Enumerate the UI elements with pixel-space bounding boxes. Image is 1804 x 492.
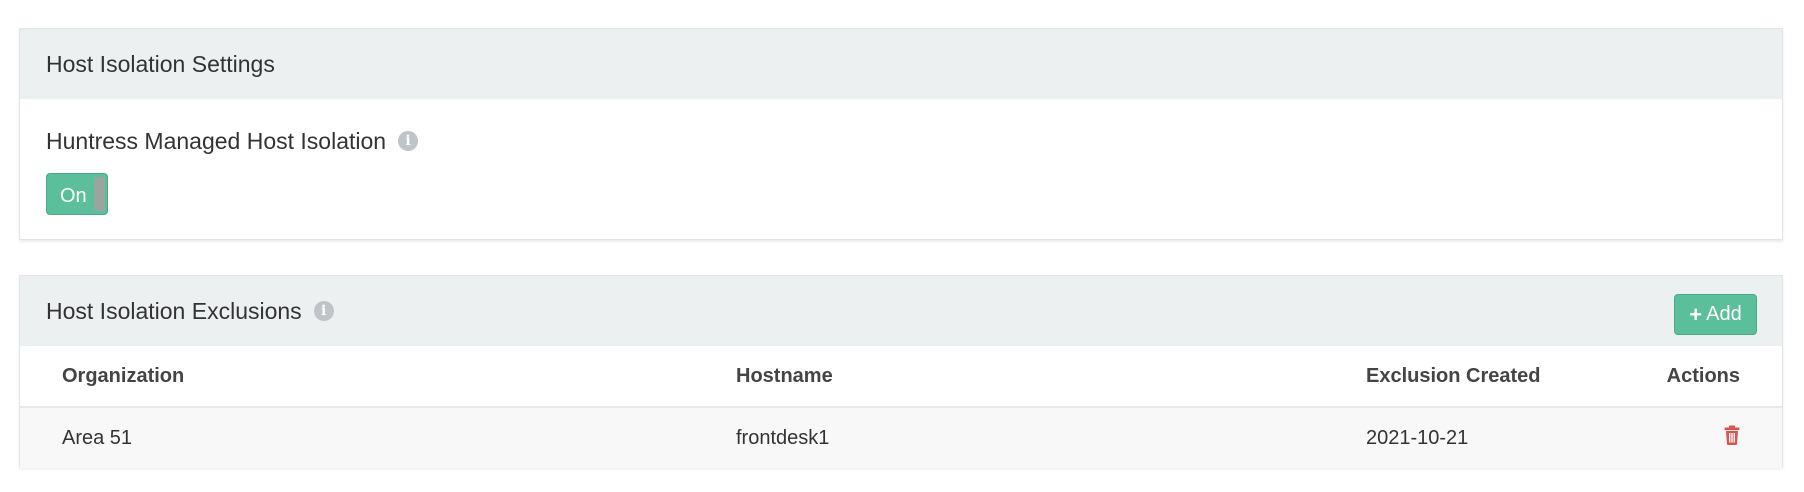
add-button-label: Add [1706, 303, 1742, 325]
cell-hostname: frontdesk1 [736, 407, 1366, 468]
host-isolation-settings-panel: Host Isolation Settings Huntress Managed… [19, 28, 1783, 240]
exclusions-panel-heading: Host Isolation Exclusions i + Add [20, 276, 1782, 346]
toggle-label: On [60, 185, 87, 207]
setting-row: Huntress Managed Host Isolation i [46, 127, 1756, 155]
exclusions-panel-title: Host Isolation Exclusions [46, 297, 302, 324]
settings-panel-body: Huntress Managed Host Isolation i On [20, 99, 1782, 215]
toggle-knob [94, 177, 105, 211]
exclusions-table: Organization Hostname Exclusion Created … [20, 346, 1782, 468]
settings-panel-heading: Host Isolation Settings [20, 29, 1782, 99]
column-header-hostname[interactable]: Hostname [736, 346, 1366, 408]
trash-icon[interactable] [1724, 425, 1740, 451]
host-isolation-exclusions-panel: Host Isolation Exclusions i + Add Organi… [19, 275, 1783, 468]
column-header-organization[interactable]: Organization [20, 346, 736, 408]
cell-actions [1626, 407, 1782, 468]
table-header-row: Organization Hostname Exclusion Created … [20, 346, 1782, 408]
settings-panel-title: Host Isolation Settings [46, 50, 275, 77]
cell-exclusion-created: 2021-10-21 [1366, 407, 1626, 468]
table-row: Area 51 frontdesk1 2021-10-21 [20, 407, 1782, 468]
managed-host-isolation-toggle[interactable]: On [46, 173, 108, 215]
column-header-exclusion-created[interactable]: Exclusion Created [1366, 346, 1626, 408]
add-exclusion-button[interactable]: + Add [1674, 294, 1757, 335]
plus-icon: + [1689, 301, 1703, 327]
column-header-actions: Actions [1626, 346, 1782, 408]
cell-organization: Area 51 [20, 407, 736, 468]
info-circle-icon[interactable]: i [313, 301, 334, 321]
info-circle-icon[interactable]: i [398, 131, 419, 151]
managed-host-isolation-label: Huntress Managed Host Isolation [46, 127, 387, 154]
